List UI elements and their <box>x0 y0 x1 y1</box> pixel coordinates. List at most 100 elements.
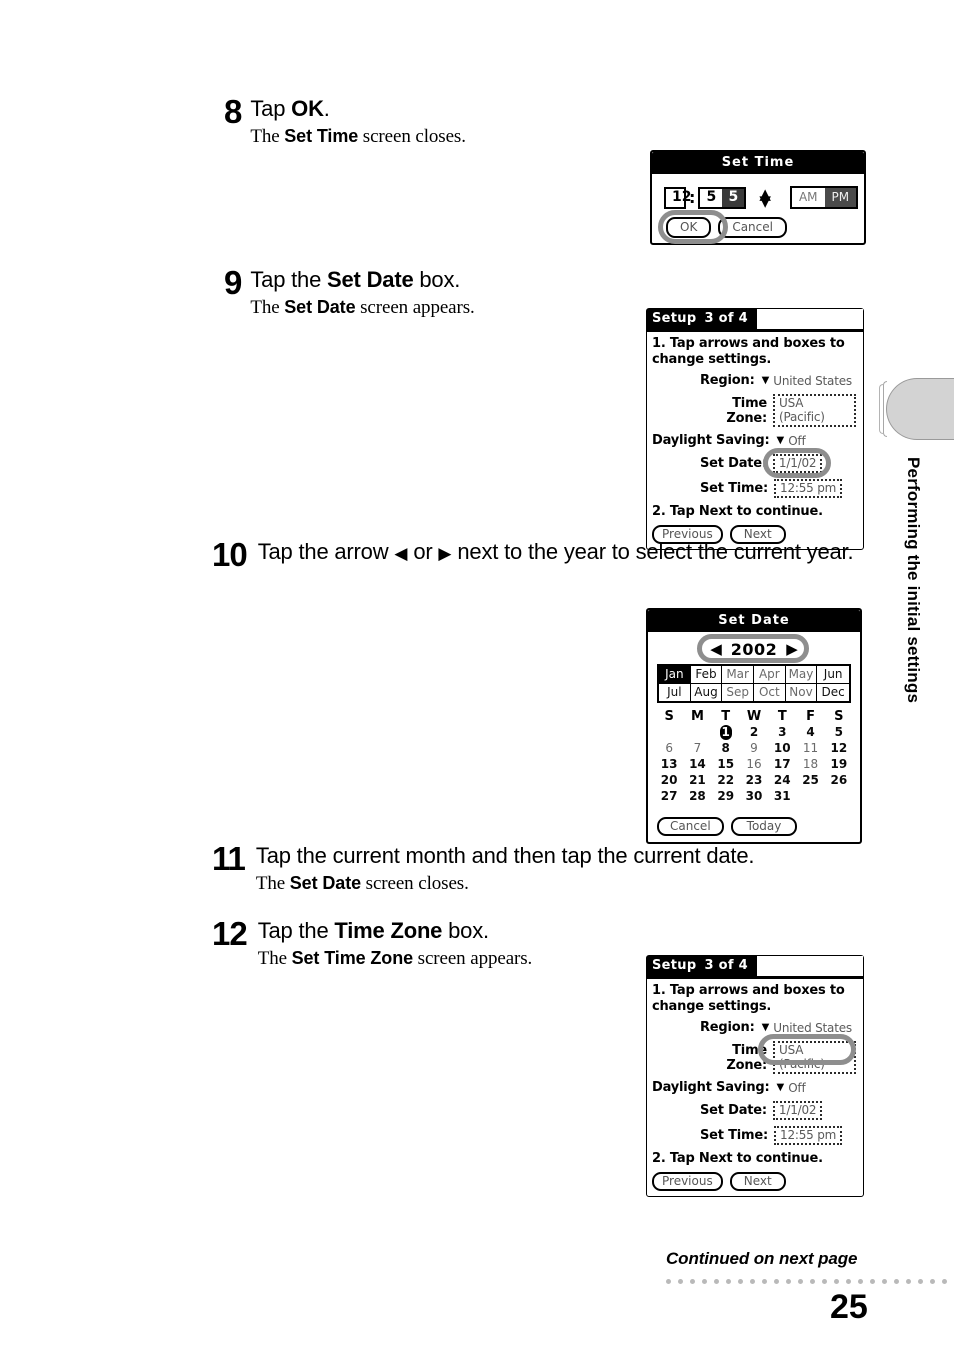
month-jan[interactable]: Jan <box>659 666 691 684</box>
setup-buttons-tz: Previous Next <box>652 1172 856 1191</box>
settime-value-tz[interactable]: 12:55 pm <box>774 1126 843 1145</box>
month-sep[interactable]: Sep <box>722 684 754 701</box>
setup-region-row-date: Region: ▼ United States <box>652 373 856 388</box>
month-dec[interactable]: Dec <box>817 684 849 701</box>
day-cell[interactable]: 24 <box>768 773 796 788</box>
setup-header-blank-date <box>757 309 863 329</box>
step-12-title-a: Tap the <box>257 918 335 943</box>
day-cell[interactable]: 2 <box>740 725 768 740</box>
year-next-arrow-icon[interactable]: ▶ <box>786 642 798 657</box>
step-11-sub: The Set Date screen closes. <box>256 871 754 896</box>
month-nov[interactable]: Nov <box>786 684 818 701</box>
month-apr[interactable]: Apr <box>753 666 786 684</box>
year-prev-arrow-icon[interactable]: ◀ <box>710 642 722 657</box>
footer-dot-rule <box>666 1279 947 1284</box>
step-8: 8 Tap OK. The Set Time screen closes. <box>224 95 466 149</box>
month-oct[interactable]: Oct <box>754 684 786 701</box>
day-cell[interactable]: 11 <box>796 741 824 756</box>
dst-caret-icon-date[interactable]: ▼ <box>776 435 784 446</box>
region-caret-icon-date[interactable]: ▼ <box>762 375 770 386</box>
set-time-title: Set Time <box>652 152 864 174</box>
region-value-tz[interactable]: United States <box>773 1021 852 1035</box>
step-9-sub: The Set Date screen appears. <box>250 295 474 320</box>
day-cell[interactable]: 8 <box>712 741 740 756</box>
month-jun[interactable]: Jun <box>817 666 849 684</box>
timezone-value-date[interactable]: USA (Pacific) <box>773 394 856 427</box>
day-cell[interactable]: 25 <box>796 773 824 788</box>
previous-button-tz[interactable]: Previous <box>652 1172 723 1191</box>
minute-ones-field[interactable]: 5 <box>722 188 745 207</box>
day-cell[interactable]: 15 <box>712 757 740 772</box>
day-cell[interactable]: 10 <box>768 741 796 756</box>
step-9: 9 Tap the Set Date box. The Set Date scr… <box>224 266 475 320</box>
day-cell[interactable]: 5 <box>825 725 853 740</box>
next-button-tz[interactable]: Next <box>729 1172 786 1191</box>
region-value-date[interactable]: United States <box>773 374 852 388</box>
month-aug[interactable]: Aug <box>691 684 723 701</box>
step-11-sub-a: The <box>255 873 290 894</box>
step-10-title-a: Tap the arrow <box>257 539 395 564</box>
day-cell[interactable]: 4 <box>796 725 824 740</box>
day-cell[interactable]: 17 <box>768 757 796 772</box>
day-cell[interactable]: 9 <box>740 741 768 756</box>
timezone-value-tz[interactable]: USA (Pacific) <box>773 1041 856 1074</box>
step-9-title-c: box. <box>413 267 461 292</box>
day-cell[interactable]: 21 <box>683 773 711 788</box>
day-cell[interactable]: 29 <box>712 789 740 804</box>
day-cell[interactable]: 14 <box>683 757 711 772</box>
region-caret-icon-tz[interactable]: ▼ <box>762 1022 770 1033</box>
settime-value-date[interactable]: 12:55 pm <box>774 479 843 498</box>
month-may[interactable]: May <box>785 666 818 684</box>
minute-tens-field[interactable]: 5 <box>700 188 723 207</box>
set-time-ok-button[interactable]: OK <box>666 217 712 238</box>
step-12-title-b: Time Zone <box>334 918 443 943</box>
set-time-cancel-button[interactable]: Cancel <box>718 217 787 238</box>
setup-timezone-row-tz: Time Zone: USA (Pacific) <box>652 1034 856 1074</box>
setup-tab-title-tz: Setup <box>652 958 697 973</box>
month-mar[interactable]: Mar <box>722 666 754 684</box>
day-cell[interactable]: 16 <box>740 757 768 772</box>
thumb-tab-line-3 <box>879 384 883 434</box>
day-cell[interactable]: 30 <box>740 789 768 804</box>
set-date-today-button[interactable]: Today <box>730 817 798 836</box>
set-date-cancel-button[interactable]: Cancel <box>657 817 724 836</box>
setdate-value-date[interactable]: 1/1/02 <box>772 454 823 473</box>
day-cell[interactable]: 27 <box>655 789 683 804</box>
day-cell[interactable]: 19 <box>825 757 853 772</box>
pm-option[interactable]: PM <box>824 188 857 207</box>
setup-screen-date: Setup 3 of 4 1. Tap arrows and boxes to c… <box>646 308 864 550</box>
dst-value-date[interactable]: Off <box>788 434 806 448</box>
setup-screen-timezone: Setup 3 of 4 1. Tap arrows and boxes to c… <box>646 955 864 1197</box>
hour-field[interactable]: 12 <box>664 186 691 209</box>
setdate-value-tz[interactable]: 1/1/02 <box>772 1101 823 1120</box>
month-feb[interactable]: Feb <box>690 666 723 684</box>
region-label-date: Region: <box>700 373 755 388</box>
day-cell[interactable]: 26 <box>825 773 853 788</box>
day-cell[interactable]: 28 <box>683 789 711 804</box>
day-cell[interactable]: 6 <box>655 741 683 756</box>
day-cell[interactable]: 22 <box>712 773 740 788</box>
right-arrow-icon-inline: ▶ <box>438 544 452 563</box>
setup-header-blank-tz <box>757 956 863 976</box>
time-spinner[interactable]: ▲ ▼ <box>759 186 771 208</box>
month-jul[interactable]: Jul <box>659 684 691 701</box>
am-option[interactable]: AM <box>792 188 825 207</box>
day-cell[interactable]: 20 <box>655 773 683 788</box>
day-cell-selected[interactable]: 1 <box>719 725 732 740</box>
spinner-down-icon[interactable]: ▼ <box>759 193 771 208</box>
day-cell[interactable]: 7 <box>683 741 711 756</box>
step-10-number: 10 <box>212 536 248 573</box>
thumb-tab-line-2 <box>883 381 887 437</box>
day-cell[interactable]: 12 <box>825 741 853 756</box>
dst-caret-icon-tz[interactable]: ▼ <box>776 1082 784 1093</box>
timezone-label-date: Time Zone: <box>726 395 768 426</box>
chapter-side-label: Performing the initial settings <box>904 457 923 704</box>
day-cell[interactable]: 13 <box>655 757 683 772</box>
day-cell[interactable]: 3 <box>768 725 796 740</box>
day-cell[interactable]: 31 <box>768 789 796 804</box>
step-9-number: 9 <box>224 264 242 301</box>
am-pm-toggle[interactable]: AM PM <box>789 186 859 209</box>
day-cell[interactable]: 23 <box>740 773 768 788</box>
day-cell[interactable]: 18 <box>796 757 824 772</box>
dst-value-tz[interactable]: Off <box>788 1081 806 1095</box>
